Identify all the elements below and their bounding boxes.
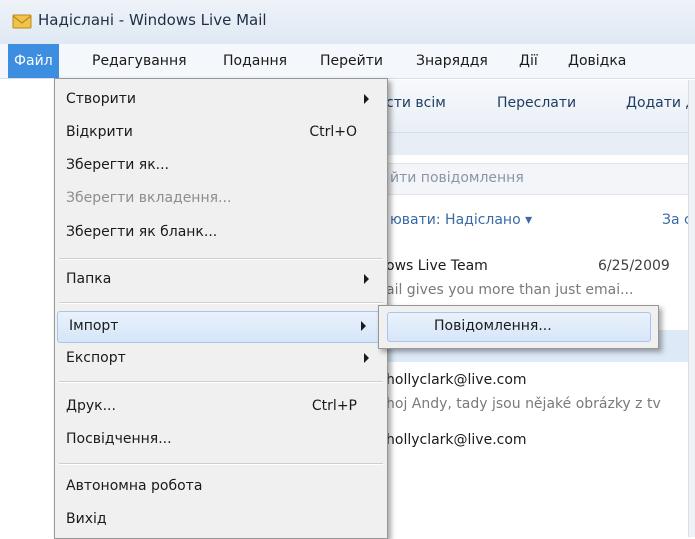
message-list: ows Live Team 6/25/2009 ail gives you mo…: [380, 250, 688, 537]
message-sender: hollyclark@live.com: [386, 432, 527, 448]
list-item[interactable]: hollyclark@live.com hoj Andy, tady jsou …: [380, 370, 688, 426]
search-box[interactable]: йти повідомлення: [380, 163, 695, 195]
menu-item-exit[interactable]: Вихід: [55, 505, 387, 535]
scrollbar[interactable]: [688, 80, 695, 537]
menu-separator: [59, 381, 383, 383]
reply-all-button[interactable]: сти всім: [386, 95, 446, 111]
menu-separator: [59, 302, 383, 304]
menu-item-label: Зберегти вкладення...: [66, 190, 232, 206]
submenu-item-messages[interactable]: Повідомлення...: [387, 312, 651, 342]
shortcut-label: Ctrl+P: [311, 398, 357, 414]
list-item[interactable]: ows Live Team 6/25/2009 ail gives you mo…: [380, 250, 688, 306]
mail-app-icon: [12, 14, 32, 29]
menu-item-label: Друк...: [66, 398, 116, 414]
submenu-arrow-icon: [364, 274, 369, 284]
menu-go[interactable]: Перейти: [314, 44, 389, 78]
menu-item-create[interactable]: Створити: [55, 85, 387, 115]
toolbar-divider-strip: [380, 133, 695, 155]
menu-view[interactable]: Подання: [217, 44, 293, 78]
sort-dropdown[interactable]: ювати: Надіслано ▾: [390, 212, 532, 228]
menu-item-label: Посвідчення...: [66, 431, 172, 447]
menu-item-export[interactable]: Експорт: [55, 344, 387, 374]
menu-item-label: Експорт: [66, 350, 126, 366]
menu-help[interactable]: Довідка: [562, 44, 632, 78]
menu-item-folder[interactable]: Папка: [55, 265, 387, 295]
toolbar: сти всім Переслати Додати д: [380, 80, 695, 133]
submenu-arrow-icon: [364, 94, 369, 104]
forward-button[interactable]: Переслати: [497, 95, 576, 111]
menu-actions[interactable]: Дії: [513, 44, 544, 78]
menu-item-label: Автономна робота: [66, 478, 203, 494]
message-date: 6/25/2009: [598, 258, 670, 274]
menu-item-open[interactable]: Відкрити Ctrl+O: [55, 118, 387, 148]
message-sender: ows Live Team: [386, 258, 488, 274]
menu-item-print[interactable]: Друк... Ctrl+P: [55, 392, 387, 422]
submenu-arrow-icon: [364, 353, 369, 363]
message-preview: hoj Andy, tady jsou nějaké obrázky z tv: [386, 396, 661, 412]
menu-item-work-offline[interactable]: Автономна робота: [55, 472, 387, 502]
menu-item-import[interactable]: Імпорт: [57, 311, 385, 343]
file-menu: Створити Відкрити Ctrl+O Зберегти як... …: [54, 78, 388, 539]
message-sender: hollyclark@live.com: [386, 372, 527, 388]
menu-item-label: Вихід: [66, 511, 107, 527]
submenu-arrow-icon: [361, 321, 366, 331]
title-bar: Надіслані - Windows Live Mail: [0, 0, 695, 44]
menu-item-label: Папка: [66, 271, 112, 287]
menu-item-save-attachments: Зберегти вкладення...: [55, 184, 387, 214]
sort-row: ювати: Надіслано ▾ За с: [380, 206, 695, 236]
menu-separator: [59, 258, 383, 260]
menu-item-label: Відкрити: [66, 124, 133, 140]
menu-item-label: Імпорт: [69, 318, 119, 334]
menu-separator: [59, 463, 383, 465]
submenu-item-label: Повідомлення...: [434, 318, 552, 334]
menu-tools[interactable]: Знаряддя: [410, 44, 494, 78]
menu-item-identities[interactable]: Посвідчення...: [55, 425, 387, 455]
message-preview: ail gives you more than just emai...: [386, 282, 634, 298]
search-input[interactable]: йти повідомлення: [390, 170, 524, 186]
menu-item-label: Створити: [66, 91, 136, 107]
shortcut-label: Ctrl+O: [309, 124, 357, 140]
import-submenu: Повідомлення...: [378, 305, 659, 349]
window-title: Надіслані - Windows Live Mail: [38, 11, 267, 29]
menu-item-save-as[interactable]: Зберегти як...: [55, 151, 387, 181]
menu-item-label: Зберегти як...: [66, 157, 170, 173]
menu-file[interactable]: Файл: [8, 44, 59, 78]
menu-edit[interactable]: Редагування: [86, 44, 193, 78]
list-item[interactable]: hollyclark@live.com: [380, 430, 688, 460]
menu-item-save-as-stationery[interactable]: Зберегти як бланк...: [55, 218, 387, 248]
menu-item-label: Зберегти як бланк...: [66, 224, 218, 240]
add-button[interactable]: Додати д: [626, 95, 695, 111]
menu-bar: Файл Редагування Подання Перейти Знарядд…: [0, 44, 695, 79]
